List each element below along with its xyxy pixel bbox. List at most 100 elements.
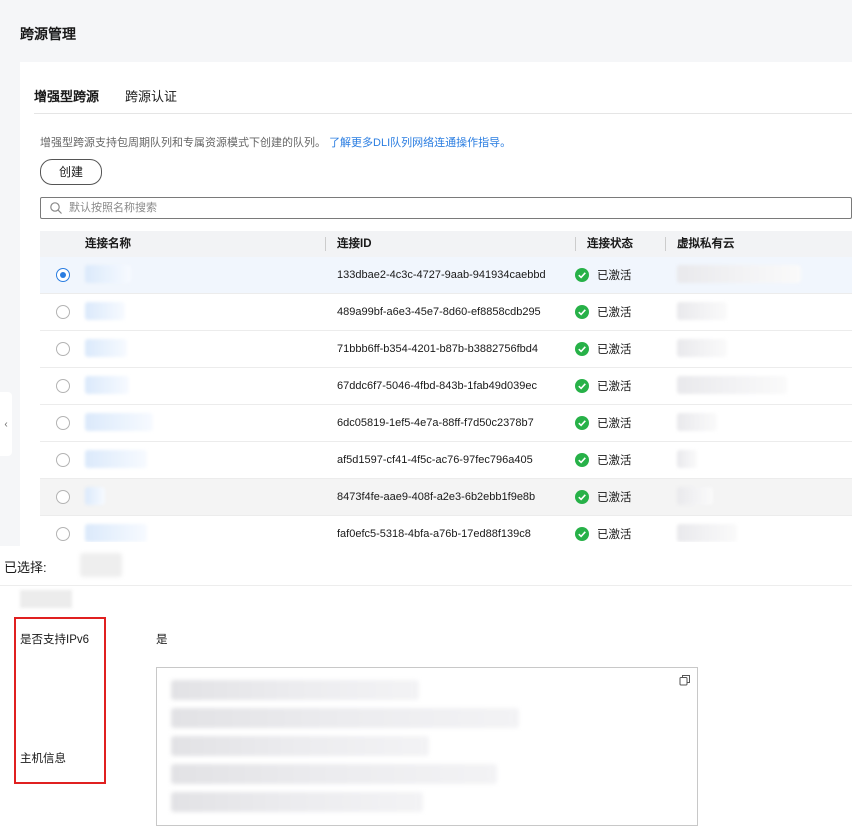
table-row[interactable]: 71bbb6ff-b354-4201-b87b-b3882756fbd4 已激活 [40,331,852,368]
row-select-cell [40,305,85,319]
tab-datasource-auth[interactable]: 跨源认证 [125,86,177,113]
host-line-redacted [171,792,423,812]
connection-name-link-redacted[interactable] [85,375,129,394]
vpc-cell [665,301,852,323]
connection-id: 133dbae2-4c3c-4727-9aab-941934caebbd [337,269,546,281]
row-select-cell [40,342,85,356]
status-cell: 已激活 [575,526,665,542]
page-title: 跨源管理 [20,26,76,42]
table-row[interactable]: 8473f4fe-aae9-408f-a2e3-6b2ebb1f9e8b 已激活 [40,479,852,516]
status-text: 已激活 [597,455,632,467]
collapse-sidebar-button[interactable]: ‹ [0,392,12,456]
connection-table: 连接名称 连接ID 连接状态 虚拟私有云 133dbae2-4c3c-4727-… [40,231,852,542]
row-select-cell [40,453,85,467]
row-select-cell [40,490,85,504]
vpc-value-redacted [677,301,727,320]
check-circle-icon [575,342,589,356]
connection-name-cell [85,523,325,543]
connection-name-link-redacted[interactable] [85,412,153,431]
ipv6-value: 是 [156,634,168,646]
row-radio[interactable] [55,342,70,356]
header-id: 连接ID [325,231,575,257]
status-cell: 已激活 [575,378,665,394]
row-select-cell [40,379,85,393]
row-select-cell [40,527,85,541]
vpc-cell [665,412,852,434]
check-circle-icon [575,527,589,541]
table-row[interactable]: 6dc05819-1ef5-4e7a-88ff-f7d50c2378b7 已激活 [40,405,852,442]
connection-name-link-redacted[interactable] [85,449,147,468]
status-cell: 已激活 [575,489,665,505]
status-text: 已激活 [597,307,632,319]
connection-name-link-redacted[interactable] [85,264,131,283]
table-row[interactable]: faf0efc5-5318-4bfa-a76b-17ed88f139c8 已激活 [40,516,852,542]
connection-name-link-redacted[interactable] [85,486,105,505]
vpc-cell [665,264,852,286]
create-button[interactable]: 创建 [40,159,102,185]
table-header: 连接名称 连接ID 连接状态 虚拟私有云 [40,231,852,257]
vpc-value-redacted [677,412,717,431]
row-radio[interactable] [55,416,70,430]
header-name: 连接名称 [85,238,131,250]
vpc-cell [665,449,852,471]
host-line-redacted [171,764,497,784]
table-row[interactable]: 133dbae2-4c3c-4727-9aab-941934caebbd 已激活 [40,257,852,294]
status-cell: 已激活 [575,267,665,283]
connection-id: 6dc05819-1ef5-4e7a-88ff-f7d50c2378b7 [337,417,534,429]
row-radio[interactable] [55,527,70,541]
connection-name-link-redacted[interactable] [85,523,147,542]
chevron-left-icon: ‹ [4,418,8,430]
connection-id: faf0efc5-5318-4bfa-a76b-17ed88f139c8 [337,528,531,540]
connection-name-cell [85,301,325,323]
row-radio[interactable] [55,490,70,504]
row-radio[interactable] [55,268,70,282]
check-circle-icon [575,268,589,282]
connection-id: 489a99bf-a6e3-45e7-8d60-ef8858cdb295 [337,306,541,318]
vpc-cell [665,375,852,397]
connection-name-cell [85,264,325,286]
guide-link[interactable]: 了解更多DLI队列网络连通操作指导。 [329,137,511,149]
connection-name-cell [85,412,325,434]
status-cell: 已激活 [575,304,665,320]
table-body: 133dbae2-4c3c-4727-9aab-941934caebbd 已激活 4… [40,257,852,542]
highlight-box [14,617,106,784]
row-radio[interactable] [55,305,70,319]
status-cell: 已激活 [575,341,665,357]
table-row[interactable]: 489a99bf-a6e3-45e7-8d60-ef8858cdb295 已激活 [40,294,852,331]
host-line-redacted [171,708,519,728]
row-select-cell [40,268,85,282]
tab-enhanced-datasource[interactable]: 增强型跨源 [34,86,99,113]
detail-divider [0,585,852,586]
header-vpc: 虚拟私有云 [665,231,852,257]
vpc-cell [665,338,852,360]
table-row[interactable]: af5d1597-cf41-4f5c-ac76-97fec796a405 已激活 [40,442,852,479]
host-info-box [156,667,698,826]
check-circle-icon [575,379,589,393]
detail-tag-redacted [20,590,72,608]
status-text: 已激活 [597,418,632,430]
row-radio[interactable] [55,379,70,393]
connection-name-link-redacted[interactable] [85,301,125,320]
status-text: 已激活 [597,381,632,393]
connection-name-link-redacted[interactable] [85,338,127,357]
status-text: 已激活 [597,492,632,504]
description-text: 增强型跨源支持包周期队列和专属资源模式下创建的队列。 [40,137,326,149]
description: 增强型跨源支持包周期队列和专属资源模式下创建的队列。 了解更多DLI队列网络连通… [40,134,511,150]
search-icon [50,202,62,214]
vpc-value-redacted [677,264,801,283]
selected-name-redacted [80,553,122,577]
check-circle-icon [575,305,589,319]
status-text: 已激活 [597,270,632,282]
check-circle-icon [575,453,589,467]
search-bar[interactable] [40,197,852,219]
connection-name-cell [85,375,325,397]
table-row[interactable]: 67ddc6f7-5046-4fbd-843b-1fab49d039ec 已激活 [40,368,852,405]
search-input[interactable] [67,201,771,215]
vpc-value-redacted [677,523,737,542]
row-select-cell [40,416,85,430]
copy-icon[interactable] [679,674,691,686]
row-radio[interactable] [55,453,70,467]
connection-name-cell [85,486,325,508]
connection-id: af5d1597-cf41-4f5c-ac76-97fec796a405 [337,454,533,466]
vpc-value-redacted [677,449,697,468]
